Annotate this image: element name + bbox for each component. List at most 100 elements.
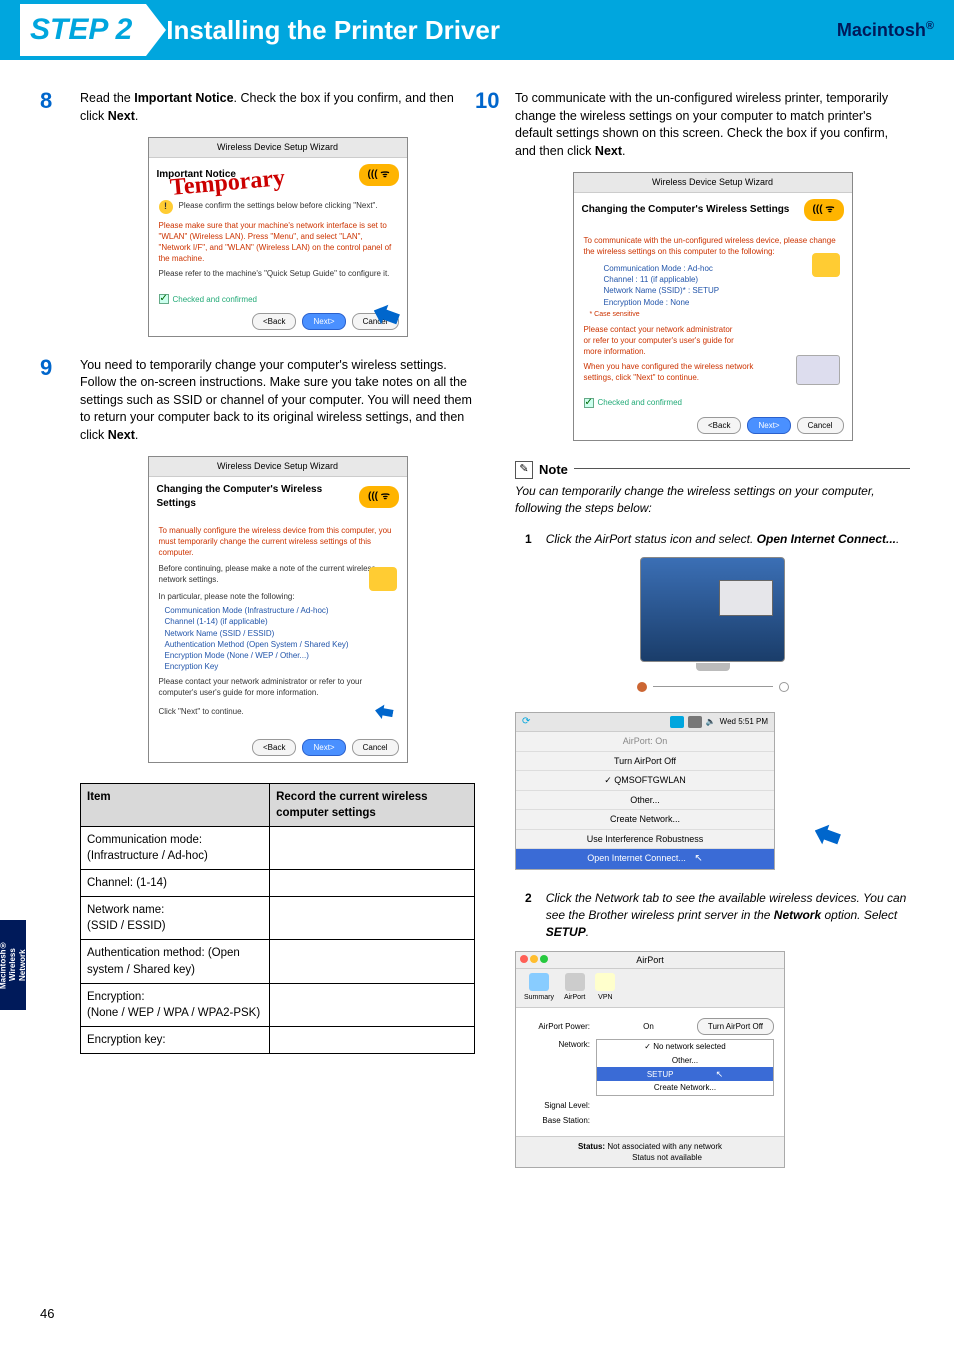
fig8-heading: Important Notice xyxy=(157,168,236,182)
fig9-li2: Channel (1-14) (if applicable) xyxy=(165,616,397,627)
fig9-back-button[interactable]: <Back xyxy=(252,739,296,756)
warning-icon: ! xyxy=(159,200,173,214)
key-icon xyxy=(812,253,840,277)
step-10-text: 10 To communicate with the un-configured… xyxy=(515,90,910,160)
figure-airport-window: AirPort Summary AirPort VPN AirPort Powe… xyxy=(515,951,910,1168)
turn-airport-off-button[interactable]: Turn AirPort Off xyxy=(697,1018,774,1035)
fig9-li3: Network Name (SSID / ESSID) xyxy=(165,628,397,639)
cursor-icon: ↖ xyxy=(694,853,702,864)
airport-status-menu: ⟳ 🔈 Wed 5:51 PM AirPort: On Turn AirPort… xyxy=(515,712,775,871)
substep-2-num: 2 xyxy=(525,890,532,940)
tab-airport[interactable]: AirPort xyxy=(564,973,585,1003)
fig9-line4: Please contact your network administrato… xyxy=(159,676,397,698)
substep-2: 2 Click the Network tab to see the avail… xyxy=(525,890,910,940)
pc-wifi-icon xyxy=(796,355,840,385)
page-header: STEP 2 Installing the Printer Driver Mac… xyxy=(0,0,954,60)
note-label: Note xyxy=(539,461,568,479)
fig10-case: * Case sensitive xyxy=(584,310,842,320)
fig8-line2: Please make sure that your machine's net… xyxy=(159,220,397,265)
fig9-next-button[interactable]: Next> xyxy=(302,739,345,756)
status-value-2: Status not available xyxy=(632,1153,702,1162)
display-icon xyxy=(688,716,702,728)
wifi-icon: ((( ᯤ xyxy=(804,199,844,221)
status-value-1: Not associated with any network xyxy=(607,1142,722,1151)
fig9-titlebar: Wireless Device Setup Wizard xyxy=(149,457,407,477)
menu-turn-off[interactable]: Turn AirPort Off xyxy=(516,751,774,771)
network-label: Network: xyxy=(526,1039,596,1050)
fig8-checked-label: Checked and confirmed xyxy=(173,294,258,305)
left-column: 8 Read the Important Notice. Check the b… xyxy=(80,90,475,1188)
fig8-back-button[interactable]: <Back xyxy=(252,313,296,330)
th-record: Record the current wireless computer set… xyxy=(270,783,475,826)
menu-interference[interactable]: Use Interference Robustness xyxy=(516,829,774,849)
note-header: ✎ Note xyxy=(515,461,910,479)
row-comm-mode: Communication mode: (Infrastructure / Ad… xyxy=(81,827,270,870)
fig10-back-button[interactable]: <Back xyxy=(697,417,741,434)
cursor-icon: ↖ xyxy=(716,1069,724,1079)
figure-airport-menu: ⟳ 🔈 Wed 5:51 PM AirPort: On Turn AirPort… xyxy=(515,712,910,871)
key-icon xyxy=(369,567,397,591)
fig9-li1: Communication Mode (Infrastructure / Ad-… xyxy=(165,605,397,616)
row-channel: Channel: (1-14) xyxy=(81,870,270,897)
row-network-name: Network name: (SSID / ESSID) xyxy=(81,897,270,940)
row-auth: Authentication method: (Open system / Sh… xyxy=(81,940,270,983)
step-8-number: 8 xyxy=(40,86,52,117)
fig9-line1: To manually configure the wireless devic… xyxy=(159,525,397,559)
tab-summary[interactable]: Summary xyxy=(524,973,554,1003)
base-station-label: Base Station: xyxy=(526,1115,596,1126)
menu-other[interactable]: Other... xyxy=(516,790,774,810)
fig9-li5: Encryption Mode (None / WEP / Other...) xyxy=(165,650,397,661)
tab-vpn[interactable]: VPN xyxy=(595,973,615,1003)
note-icon: ✎ xyxy=(515,461,533,479)
wifi-icon: ((( ᯤ xyxy=(359,164,399,186)
platform-label: Macintosh® xyxy=(837,20,934,41)
menu-create-network[interactable]: Create Network... xyxy=(516,809,774,829)
page-number: 46 xyxy=(40,1306,54,1321)
monitor-illustration xyxy=(640,557,785,662)
fig10-next-button[interactable]: Next> xyxy=(747,417,790,434)
fig9-li6: Encryption Key xyxy=(165,661,397,672)
fig9-li4: Authentication Method (Open System / Sha… xyxy=(165,639,397,650)
fig9-line5: Click "Next" to continue. xyxy=(159,706,244,717)
fig10-heading: Changing the Computer's Wireless Setting… xyxy=(582,203,790,217)
dd-no-network[interactable]: ✓ No network selected xyxy=(597,1040,773,1053)
step-9-number: 9 xyxy=(40,353,52,384)
fig8-next-button[interactable]: Next> xyxy=(302,313,345,330)
substep-1-num: 1 xyxy=(525,531,532,548)
th-item: Item xyxy=(81,783,270,826)
note-body: You can temporarily change the wireless … xyxy=(515,483,910,517)
airport-window: AirPort Summary AirPort VPN AirPort Powe… xyxy=(515,951,785,1168)
fig8-checkbox[interactable] xyxy=(159,294,169,304)
step-8-text: 8 Read the Important Notice. Check the b… xyxy=(80,90,475,125)
menu-network-item[interactable]: ✓ QMSOFTGWLAN xyxy=(516,770,774,790)
fig9-cancel-button[interactable]: Cancel xyxy=(352,739,399,756)
fig9-line3: In particular, please note the following… xyxy=(159,591,397,602)
callout-arrow-icon xyxy=(373,701,394,722)
menu-open-internet-connect[interactable]: Open Internet Connect... ↖ xyxy=(516,848,774,869)
fig8-titlebar: Wireless Device Setup Wizard xyxy=(149,138,407,158)
figure-step-10: Wireless Device Setup Wizard Changing th… xyxy=(515,172,910,441)
fig9-heading: Changing the Computer's Wireless Setting… xyxy=(157,483,360,511)
fig10-cancel-button[interactable]: Cancel xyxy=(797,417,844,434)
fig9-line2: Before continuing, please make a note of… xyxy=(159,563,397,585)
airport-power-label: AirPort Power: xyxy=(526,1021,596,1032)
menubar-apple-icon: ⟳ xyxy=(522,715,530,729)
fig10-checkbox[interactable] xyxy=(584,398,594,408)
window-traffic-lights[interactable] xyxy=(520,955,548,963)
right-column: 10 To communicate with the un-configured… xyxy=(515,90,910,1188)
dd-create-network[interactable]: Create Network... xyxy=(597,1081,773,1094)
wifi-icon: ((( ᯤ xyxy=(359,486,398,508)
page-title: Installing the Printer Driver xyxy=(166,15,837,46)
menu-airport-on: AirPort: On xyxy=(516,732,774,751)
side-tab: Macintosh®WirelessNetwork xyxy=(0,920,26,1010)
airport-title: AirPort xyxy=(636,955,664,965)
fig8-line1: Please confirm the settings below before… xyxy=(179,200,378,211)
substep-1: 1 Click the AirPort status icon and sele… xyxy=(525,531,910,548)
dd-other[interactable]: Other... xyxy=(597,1054,773,1067)
step-badge: STEP 2 xyxy=(20,4,146,56)
fig10-line3: When you have configured the wireless ne… xyxy=(584,361,765,383)
wifi-status-icon[interactable] xyxy=(670,716,684,728)
airport-power-value: On xyxy=(596,1021,697,1032)
dd-setup[interactable]: SETUP ↖ xyxy=(597,1067,773,1082)
fig10-line1: To communicate with the un-configured wi… xyxy=(584,235,842,257)
